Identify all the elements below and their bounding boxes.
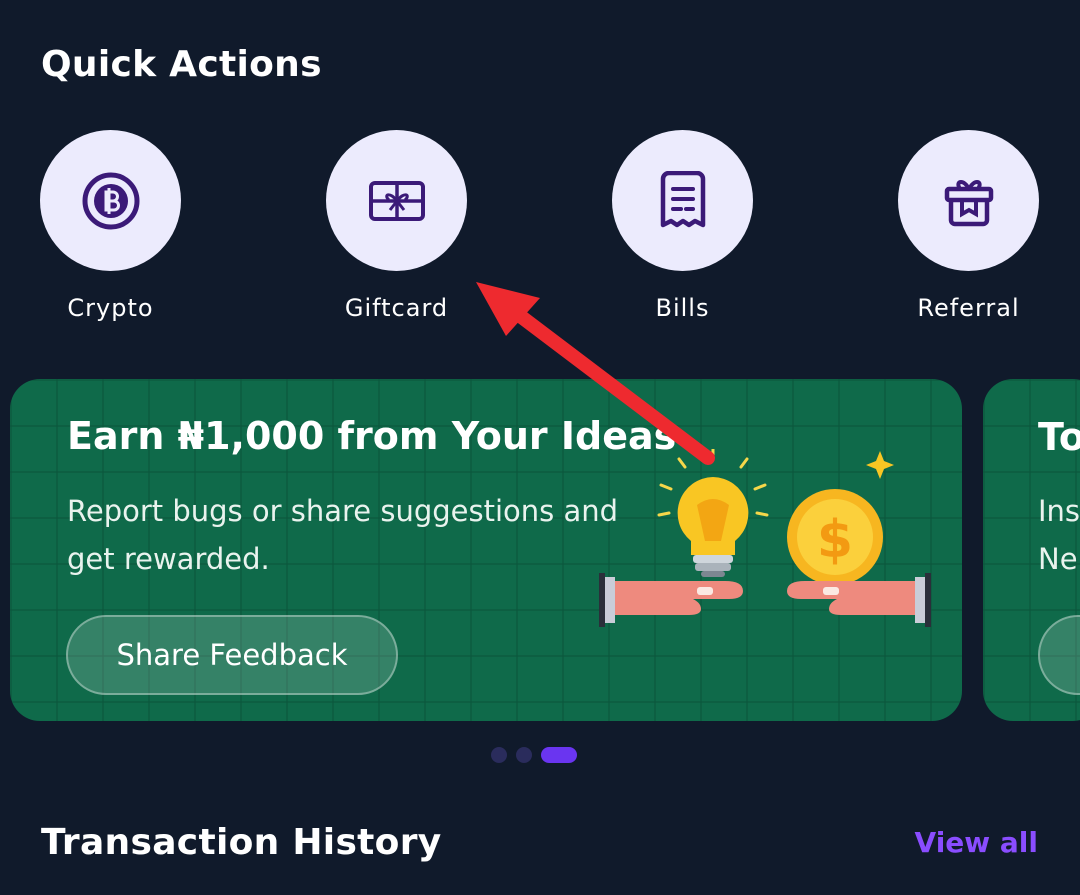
quick-action-label: Crypto bbox=[67, 294, 154, 322]
next-banner-title: To bbox=[1038, 415, 1080, 459]
share-feedback-button[interactable]: Share Feedback bbox=[66, 615, 398, 695]
lightbulb-icon bbox=[677, 477, 749, 577]
promo-banner-subtitle: Report bugs or share suggestions and get… bbox=[67, 494, 619, 576]
carousel-dot[interactable] bbox=[491, 747, 507, 763]
carousel-dot[interactable] bbox=[516, 747, 532, 763]
next-banner-subtitle-line1: Inst bbox=[1038, 494, 1080, 528]
carousel-dot-active[interactable] bbox=[541, 747, 577, 763]
quick-actions-row: Crypto Giftcard Bills Referral bbox=[0, 130, 1080, 330]
idea-reward-illustration: $ bbox=[599, 449, 931, 627]
promo-banner[interactable]: Earn ₦1,000 from Your Ideas Report bugs … bbox=[10, 379, 962, 721]
quick-action-crypto[interactable]: Crypto bbox=[20, 130, 200, 330]
quick-actions-title: Quick Actions bbox=[41, 44, 322, 85]
home-screen: Quick Actions Crypto Giftcard Bills Refe… bbox=[0, 0, 1080, 895]
giftcard-icon-circle bbox=[326, 130, 467, 271]
gift-box-icon bbox=[944, 179, 993, 226]
carousel-indicator bbox=[491, 747, 577, 763]
left-hand-icon bbox=[599, 573, 743, 627]
giftcard-icon bbox=[368, 180, 425, 221]
next-banner-subtitle-line2: Ne bbox=[1038, 542, 1078, 576]
svg-text:$: $ bbox=[817, 510, 853, 570]
quick-action-giftcard[interactable]: Giftcard bbox=[306, 130, 486, 330]
bill-receipt-icon bbox=[660, 170, 705, 227]
quick-action-label: Giftcard bbox=[344, 294, 449, 322]
next-banner-subtitle: Inst Ne bbox=[1038, 487, 1080, 583]
quick-action-label: Referral bbox=[917, 294, 1020, 322]
right-hand-icon bbox=[787, 573, 931, 627]
dollar-coin-icon: $ bbox=[787, 489, 883, 585]
quick-action-bills[interactable]: Bills bbox=[592, 130, 772, 330]
crypto-icon-circle bbox=[40, 130, 181, 271]
next-promo-banner[interactable]: To Inst Ne bbox=[983, 379, 1080, 721]
quick-action-label: Bills bbox=[655, 294, 710, 322]
view-all-link[interactable]: View all bbox=[915, 826, 1038, 859]
crypto-coin-icon bbox=[82, 172, 139, 229]
sparkle-icon bbox=[866, 451, 894, 479]
bills-icon-circle bbox=[612, 130, 753, 271]
transaction-history-title: Transaction History bbox=[41, 822, 442, 863]
referral-icon-circle bbox=[898, 130, 1039, 271]
quick-action-referral[interactable]: Referral bbox=[878, 130, 1058, 330]
